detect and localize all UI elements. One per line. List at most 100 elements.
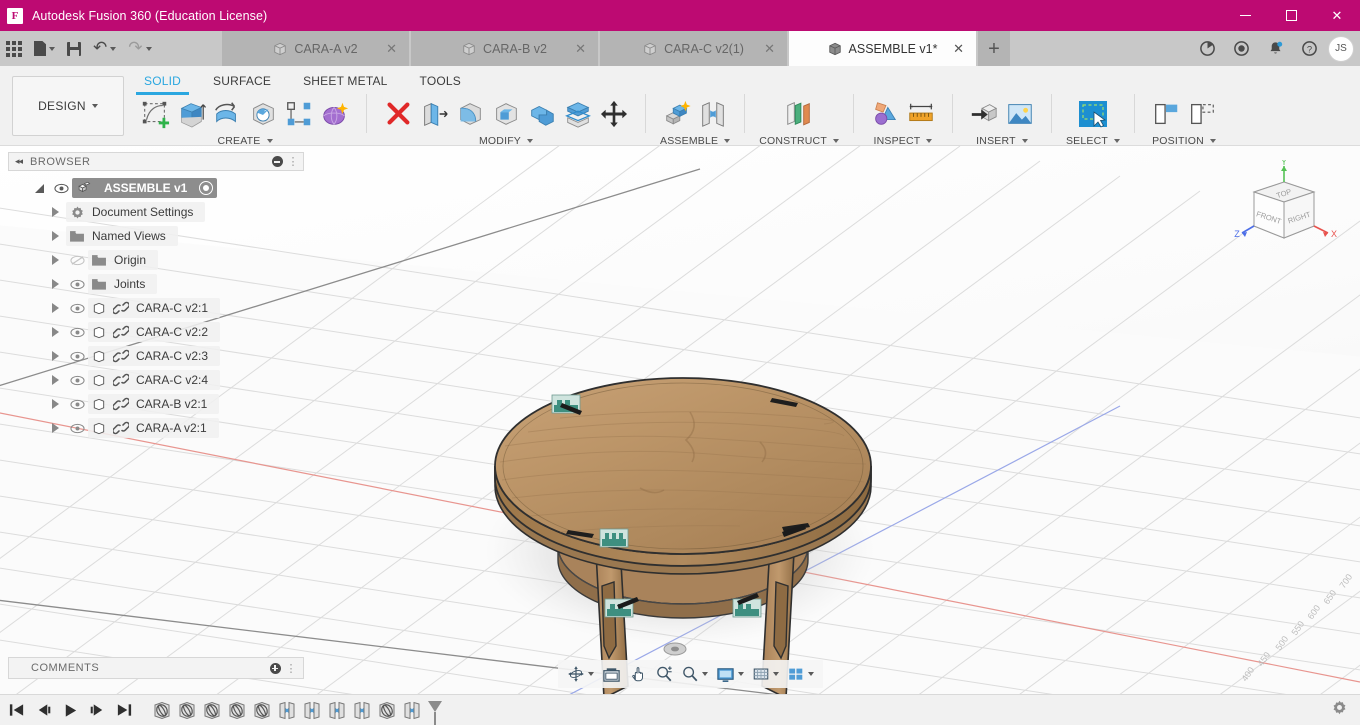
close-icon[interactable]: ✕ [575,42,586,55]
tree-row-assemble[interactable]: ASSEMBLE v1 [8,176,304,200]
expander-closed[interactable] [44,351,66,361]
job-status-button[interactable] [1190,31,1224,66]
zoom-button[interactable] [652,662,676,686]
orbit-button[interactable] [564,662,597,686]
visibility-toggle[interactable] [66,279,88,290]
offset-plane-button[interactable] [782,97,816,131]
timeline-feature-rigid-joint[interactable] [176,700,198,721]
tree-row-component[interactable]: CARA-A v2:1 [8,416,304,440]
canvas-image-button[interactable] [1003,97,1037,131]
visibility-toggle[interactable] [66,423,88,434]
viewports-button[interactable] [784,662,817,686]
expander-open[interactable] [28,183,50,193]
ribbon-tab-solid[interactable]: SOLID [128,70,197,95]
maximize-button[interactable] [1268,0,1314,31]
document-tab-1[interactable]: CARA-A v2 ✕ [222,31,409,66]
new-component-button[interactable] [660,97,694,131]
step-forward-button[interactable] [89,703,106,717]
expander-closed[interactable] [44,279,66,289]
view-cube[interactable]: TOP FRONT RIGHT Y X Z [1232,157,1342,260]
step-back-button[interactable] [35,703,52,717]
tree-row-origin[interactable]: Origin [8,248,304,272]
timeline-feature-as-built-joint[interactable] [301,700,323,721]
measure-button[interactable] [904,97,938,131]
timeline-feature-as-built-joint[interactable] [276,700,298,721]
visibility-toggle[interactable] [66,327,88,338]
undo-button[interactable]: ↶ [87,31,122,66]
fillet-button[interactable] [453,97,487,131]
form-button[interactable] [318,97,352,131]
zoom-window-button[interactable] [678,662,711,686]
minus-circle-icon[interactable] [271,156,283,167]
expander-closed[interactable] [44,399,66,409]
select-window-button[interactable] [1076,97,1110,131]
timeline-feature-as-built-joint[interactable] [326,700,348,721]
tree-row-document-settings[interactable]: Document Settings [8,200,304,224]
expander-closed[interactable] [44,231,66,241]
split-face-button[interactable] [561,97,595,131]
pan-button[interactable] [626,662,650,686]
revolve-button[interactable] [210,97,244,131]
visibility-toggle[interactable] [66,375,88,386]
plus-circle-icon[interactable] [269,662,281,674]
extrude-button[interactable] [174,97,208,131]
tree-row-named-views[interactable]: Named Views [8,224,304,248]
save-button[interactable] [61,31,87,66]
close-icon[interactable]: ✕ [386,42,397,55]
timeline-feature-as-built-joint[interactable] [351,700,373,721]
go-to-end-button[interactable] [116,703,133,717]
visibility-toggle[interactable] [50,183,72,194]
panel-grip-icon[interactable]: ⋮ [288,155,300,168]
timeline-feature-rigid-joint[interactable] [226,700,248,721]
tree-row-component[interactable]: CARA-C v2:2 [8,320,304,344]
tree-row-joints[interactable]: Joints [8,272,304,296]
expander-closed[interactable] [44,255,66,265]
help-button[interactable]: ? [1292,31,1326,66]
new-document-button[interactable] [28,31,61,66]
ribbon-tab-surface[interactable]: SURFACE [197,70,287,93]
timeline-feature-rigid-joint[interactable] [201,700,223,721]
expander-closed[interactable] [44,303,66,313]
tree-row-component[interactable]: CARA-C v2:4 [8,368,304,392]
tree-row-component[interactable]: CARA-C v2:3 [8,344,304,368]
go-to-beginning-button[interactable] [8,703,25,717]
document-tab-4[interactable]: ASSEMBLE v1* ✕ [789,31,976,66]
tree-row-component[interactable]: CARA-C v2:1 [8,296,304,320]
collapse-icon[interactable]: ◂◂ [15,156,23,167]
visibility-toggle[interactable] [66,255,88,266]
timeline-feature-rigid-joint[interactable] [376,700,398,721]
expander-closed[interactable] [44,207,66,217]
joint-button[interactable] [696,97,730,131]
grid-snaps-button[interactable] [749,662,782,686]
look-at-button[interactable] [599,662,624,686]
panel-grip-icon[interactable]: ⋮ [286,662,298,675]
comments-panel[interactable]: COMMENTS ⋮ [8,657,304,679]
section-analysis-button[interactable] [868,97,902,131]
press-pull-button[interactable] [417,97,451,131]
insert-derive-button[interactable] [967,97,1001,131]
notifications-button[interactable] [1258,31,1292,66]
activate-component-radio[interactable] [199,181,214,195]
display-settings-button[interactable] [713,662,747,686]
visibility-toggle[interactable] [66,399,88,410]
account-avatar[interactable]: JS [1328,35,1354,62]
minimize-button[interactable] [1222,0,1268,31]
redo-button[interactable]: ↷ [122,31,157,66]
combine-button[interactable] [525,97,559,131]
close-icon[interactable]: ✕ [764,42,775,55]
expander-closed[interactable] [44,327,66,337]
visibility-toggle[interactable] [66,351,88,362]
timeline-feature-rigid-joint[interactable] [151,700,173,721]
position-revert-button[interactable] [1185,97,1219,131]
delete-button[interactable] [381,97,415,131]
expander-closed[interactable] [44,423,66,433]
move-copy-button[interactable] [597,97,631,131]
sweep-button[interactable] [246,97,280,131]
document-tab-3[interactable]: CARA-C v2(1) ✕ [600,31,787,66]
play-button[interactable] [62,703,79,718]
workspace-switcher[interactable]: DESIGN [12,76,124,136]
document-tab-2[interactable]: CARA-B v2 ✕ [411,31,598,66]
close-icon[interactable]: ✕ [953,42,964,55]
position-snapshot-button[interactable] [1149,97,1183,131]
expander-closed[interactable] [44,375,66,385]
